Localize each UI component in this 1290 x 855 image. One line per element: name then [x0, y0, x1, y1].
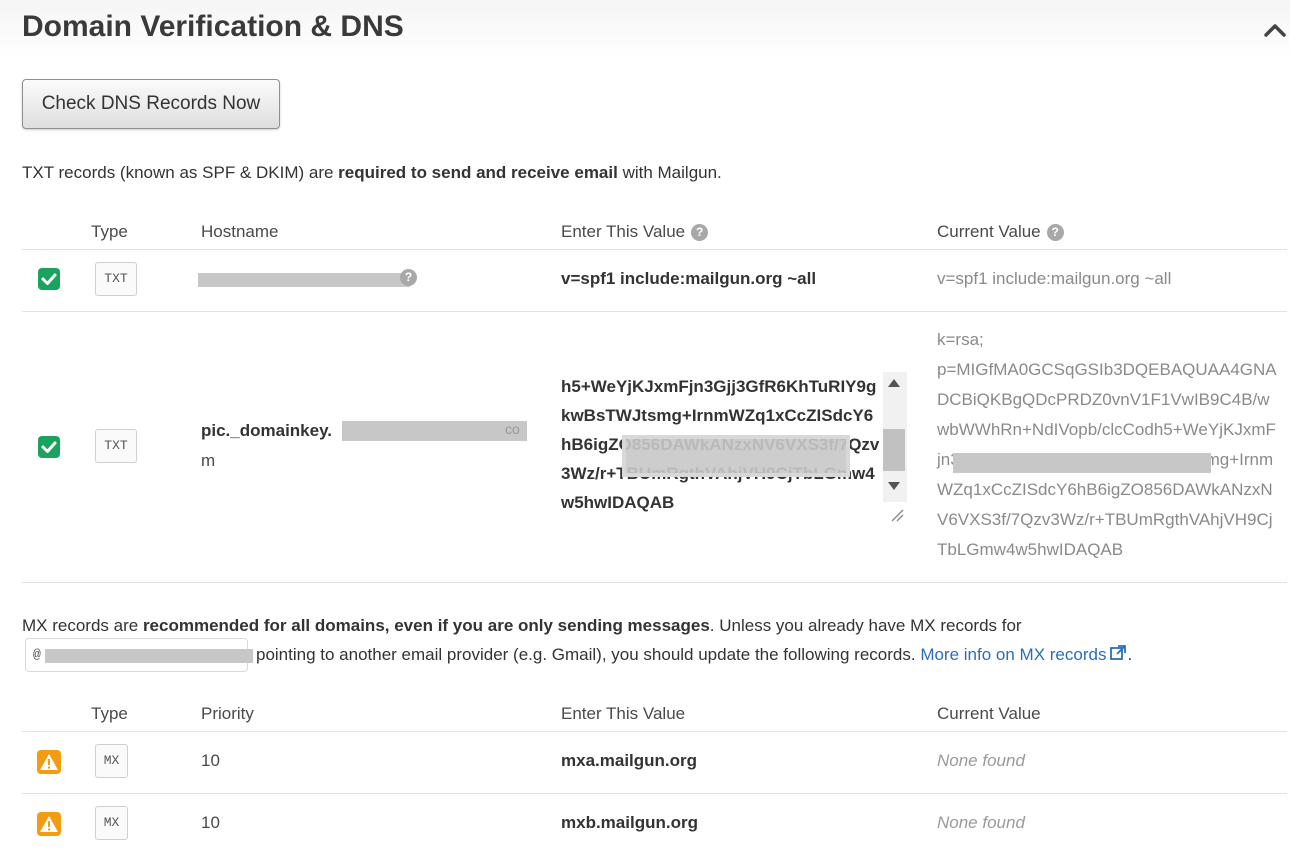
- dkim-hostname-wrap: m: [201, 451, 216, 470]
- scroll-up-icon[interactable]: [888, 379, 900, 387]
- section-header: Domain Verification & DNS: [0, 0, 1290, 58]
- textarea-scroll-thumb[interactable]: [883, 429, 905, 471]
- domain-at-prefix: @: [33, 647, 41, 662]
- help-icon[interactable]: ?: [400, 269, 417, 286]
- mx-column-priority: Priority: [201, 704, 254, 723]
- mx-intro-line2-text: pointing to another email provider (e.g.…: [256, 645, 921, 664]
- section-title: Domain Verification & DNS: [22, 10, 404, 43]
- resize-handle-icon[interactable]: [883, 502, 907, 525]
- check-dns-records-button[interactable]: Check DNS Records Now: [22, 79, 280, 129]
- dkim-current-value-line1: k=rsa;: [937, 330, 984, 349]
- redacted-value: [953, 453, 1211, 473]
- record-type-badge: TXT: [95, 429, 137, 463]
- mx-column-type: Type: [91, 704, 128, 723]
- txt-intro-bold: required to send and receive email: [338, 163, 618, 182]
- mx-column-current-value: Current Value: [937, 704, 1041, 723]
- table-divider: [22, 311, 1287, 312]
- table-divider: [22, 582, 1287, 583]
- txt-column-current-value: Current Value?: [937, 222, 1064, 242]
- verified-check-icon: [38, 436, 60, 458]
- dkim-value-textarea[interactable]: h5+WeYjKJxmFjn3Gjj3GfR6KhTuRIY9gkwBsTWJt…: [561, 372, 907, 525]
- mx-column-enter-value: Enter This Value: [561, 704, 686, 723]
- txt-column-type: Type: [91, 222, 128, 241]
- redacted-value: [622, 435, 850, 477]
- redacted-hostname: [198, 273, 410, 287]
- mx-priority: 10: [201, 751, 220, 770]
- txt-intro-suffix: with Mailgun.: [617, 163, 722, 182]
- record-type-badge: MX: [95, 744, 128, 778]
- verified-check-icon: [38, 268, 60, 290]
- spf-enter-value[interactable]: v=spf1 include:mailgun.org ~all: [561, 269, 816, 289]
- help-icon[interactable]: ?: [691, 224, 709, 241]
- txt-column-enter-value: Enter This Value?: [561, 222, 709, 242]
- help-icon[interactable]: ?: [1046, 224, 1064, 241]
- dkim-hostname-tail: co: [505, 421, 520, 437]
- mx-priority: 10: [201, 813, 220, 832]
- dkim-current-value: k=rsa; p=MIGfMA0GCSqGSIb3DQEBAQUAA4GNADC…: [937, 325, 1277, 565]
- mx-current-value: None found: [937, 813, 1025, 832]
- redacted-domain: [45, 649, 253, 663]
- txt-column-hostname: Hostname: [201, 222, 279, 241]
- txt-column-enter-value-label: Enter This Value: [561, 222, 686, 241]
- warning-icon: [37, 812, 61, 836]
- external-link-icon[interactable]: [1109, 644, 1127, 662]
- dkim-hostname-prefix: pic._domainkey.: [201, 421, 333, 440]
- domain-chip: @: [25, 638, 253, 672]
- table-divider: [22, 731, 1287, 732]
- mx-current-value: None found: [937, 751, 1025, 770]
- table-divider: [22, 793, 1287, 794]
- mx-intro-prefix: MX records are: [22, 616, 143, 635]
- mx-enter-value[interactable]: mxa.mailgun.org: [561, 751, 697, 771]
- mx-records-intro: MX records are recommended for all domai…: [22, 611, 1022, 640]
- record-type-badge: TXT: [95, 262, 137, 296]
- mx-intro-bold: recommended for all domains, even if you…: [142, 616, 710, 635]
- mx-info-link[interactable]: More info on MX records: [920, 645, 1127, 664]
- mx-intro-line2: pointing to another email provider (e.g.…: [256, 640, 1132, 669]
- warning-icon: [37, 750, 61, 774]
- txt-column-current-value-label: Current Value: [937, 222, 1041, 241]
- redacted-hostname: [342, 421, 527, 441]
- mx-enter-value[interactable]: mxb.mailgun.org: [561, 813, 698, 833]
- mx-intro-line2-end: .: [1127, 645, 1133, 664]
- mx-info-link-text[interactable]: More info on MX records: [920, 645, 1106, 664]
- record-type-badge: MX: [95, 806, 128, 840]
- txt-records-intro: TXT records (known as SPF & DKIM) are re…: [22, 158, 722, 187]
- spf-current-value: v=spf1 include:mailgun.org ~all: [937, 269, 1172, 288]
- table-divider: [22, 249, 1287, 250]
- mx-intro-suffix: . Unless you already have MX records for: [709, 616, 1022, 635]
- chevron-up-icon[interactable]: [1262, 20, 1288, 40]
- scroll-down-icon[interactable]: [888, 482, 900, 490]
- txt-intro-prefix: TXT records (known as SPF & DKIM) are: [22, 163, 339, 182]
